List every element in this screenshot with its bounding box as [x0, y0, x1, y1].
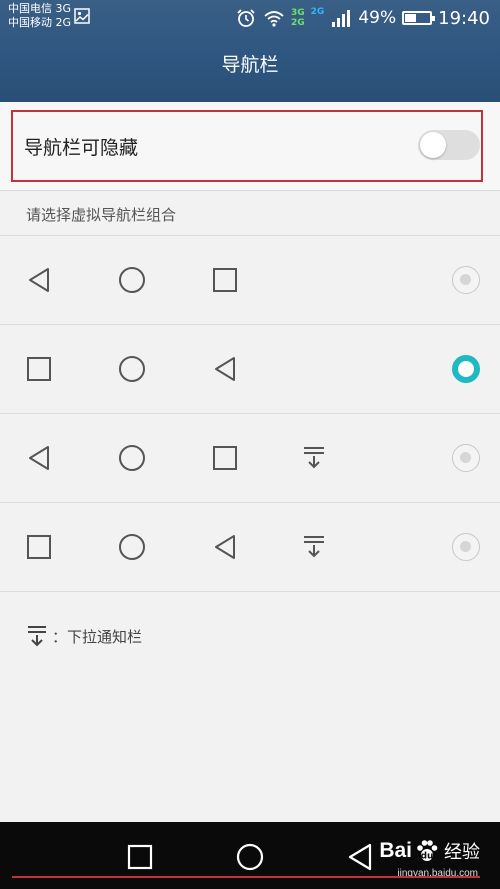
back-icon	[215, 357, 235, 381]
alarm-icon	[237, 9, 255, 27]
status-indicators: 3G 2G 2G 49% 19:40	[235, 4, 490, 32]
option-radio-button[interactable]	[452, 355, 480, 383]
divider	[0, 190, 500, 191]
baidu-jingyan-watermark: Bai du 经验	[379, 838, 480, 864]
back-icon[interactable]	[346, 842, 376, 872]
network-badge-bottom: 2G	[291, 18, 305, 28]
network-type-badges: 3G 2G	[291, 8, 305, 28]
back-icon	[215, 535, 235, 559]
recents-icon[interactable]	[125, 842, 155, 872]
red-underline-annotation	[12, 876, 480, 878]
carrier-info: 中国电信 3G 中国移动 2G	[8, 2, 71, 30]
notification-pulldown-icon	[304, 447, 324, 469]
home-icon	[119, 356, 145, 382]
wifi-icon	[264, 11, 284, 27]
svg-text:du: du	[421, 852, 434, 862]
title-bar: 中国电信 3G 中国移动 2G 3G 2G 2G 49% 19:40 导航栏	[0, 0, 500, 102]
home-icon	[119, 267, 145, 293]
back-icon	[29, 446, 49, 470]
image-notification-icon	[74, 8, 90, 24]
recents-icon	[27, 535, 51, 559]
option-radio-button[interactable]	[452, 444, 480, 472]
screen: 中国电信 3G 中国移动 2G 3G 2G 2G 49% 19:40 导航栏 导…	[0, 0, 500, 889]
notification-pulldown-icon	[28, 626, 46, 647]
navbar-option-row[interactable]	[0, 503, 500, 592]
navbar-option-row[interactable]	[0, 325, 500, 414]
baidu-paw-logo: du	[417, 840, 438, 862]
carrier-line-1: 中国电信 3G	[8, 2, 72, 15]
back-icon	[29, 268, 49, 292]
legend: ：下拉通知栏	[26, 622, 142, 650]
navbar-option-row[interactable]	[0, 236, 500, 325]
home-icon[interactable]	[235, 842, 265, 872]
battery-percent: 49%	[358, 8, 397, 28]
network-badge-top: 3G	[291, 8, 305, 18]
battery-icon	[402, 11, 436, 25]
page-title: 导航栏	[221, 54, 279, 76]
clock: 19:40	[438, 7, 490, 29]
hide-navbar-toggle[interactable]	[418, 130, 480, 160]
home-icon	[119, 534, 145, 560]
home-icon	[119, 445, 145, 471]
hide-navbar-label: 导航栏可隐藏	[24, 137, 139, 159]
recents-icon	[27, 357, 51, 381]
navbar-option-row[interactable]	[0, 414, 500, 503]
recents-icon	[213, 268, 237, 292]
option-radio-button[interactable]	[452, 266, 480, 294]
carrier-line-2: 中国移动 2G	[8, 16, 72, 29]
battery-fill	[405, 14, 417, 22]
watermark-brand: Bai	[379, 839, 412, 862]
notification-pulldown-icon	[304, 536, 324, 558]
watermark-suffix: 经验	[444, 842, 480, 862]
status-bar: 中国电信 3G 中国移动 2G 3G 2G 2G 49% 19:40	[0, 0, 500, 36]
divider	[0, 591, 500, 592]
network-badge-side: 2G	[310, 7, 325, 17]
option-radio-button[interactable]	[452, 533, 480, 561]
section-label: 请选择虚拟导航栏组合	[26, 206, 177, 224]
legend-text: ：下拉通知栏	[52, 627, 143, 646]
recents-icon	[213, 446, 237, 470]
signal-strength-icon	[332, 10, 351, 27]
toggle-knob	[420, 132, 446, 158]
